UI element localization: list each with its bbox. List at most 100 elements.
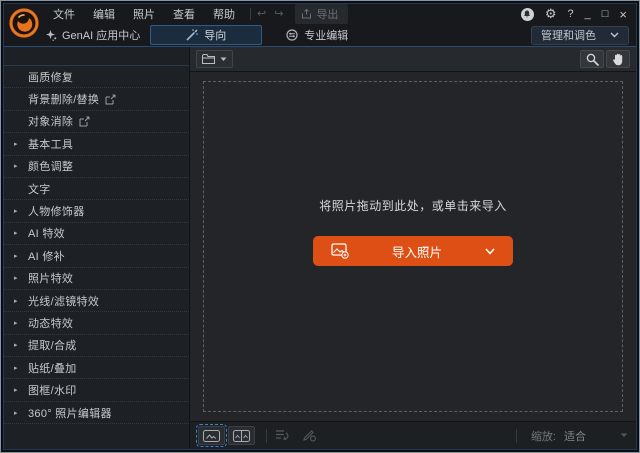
develop-icon [286, 29, 298, 41]
sidebar-item-ai-repair[interactable]: ▸ AI 修补 [4, 245, 189, 268]
sparkle-icon [46, 29, 57, 41]
expand-arrow-icon: ▸ [14, 387, 18, 395]
sidebar-item-frames-watermark[interactable]: ▸ 图框/水印 [4, 379, 189, 402]
menu-view[interactable]: 查看 [164, 4, 204, 24]
workspace-mode-dropdown[interactable]: 管理和调色 [531, 25, 629, 45]
wand-icon [186, 29, 199, 41]
sidebar-item-label: 画质修复 [28, 71, 74, 84]
sidebar-item-object-removal[interactable]: 对象消除 [4, 111, 189, 134]
sidebar-item-stickers-overlay[interactable]: ▸ 贴纸/叠加 [4, 357, 189, 380]
magnifier-icon [586, 53, 599, 66]
titlebar: 文件 编辑 照片 查看 帮助 ↩ ↪ 导出 ⚙ ? _ □ × GenAI 应用… [4, 4, 636, 46]
sidebar-item-label: 360° 照片编辑器 [28, 407, 112, 420]
undo-icon[interactable]: ↩ [257, 8, 266, 20]
split-view-icon [233, 429, 250, 442]
open-folder-button[interactable] [196, 50, 233, 68]
sidebar-item-extract-composite[interactable]: ▸ 提取/合成 [4, 335, 189, 358]
chevron-down-icon [610, 32, 619, 38]
photo-dropzone[interactable]: 将照片拖动到此处，或单击来导入 导入照片 [203, 81, 623, 412]
sidebar-item-quality-repair[interactable]: 画质修复 [4, 66, 189, 89]
export-button[interactable]: 导出 [295, 4, 349, 24]
sidebar-item-label: 背景删除/替换 [28, 94, 100, 107]
tab-guided-label: 导向 [204, 30, 227, 42]
expand-arrow-icon: ▸ [14, 163, 18, 171]
caret-down-icon [220, 57, 227, 61]
menu-bar: 文件 编辑 照片 查看 帮助 ↩ ↪ 导出 ⚙ ? _ □ × [44, 4, 636, 24]
sidebar-item-basic-tools[interactable]: ▸ 基本工具 [4, 133, 189, 156]
expand-arrow-icon: ▸ [14, 342, 18, 350]
expand-arrow-icon: ▸ [14, 319, 18, 327]
external-edit-badge-icon [79, 116, 90, 127]
canvas-area: 将照片拖动到此处，或单击来导入 导入照片 [190, 72, 636, 421]
import-dropdown-chevron-icon[interactable] [485, 248, 495, 255]
tab-guided[interactable]: 导向 [150, 25, 263, 45]
genai-hub-button[interactable]: GenAI 应用中心 [44, 27, 150, 43]
folder-icon [202, 54, 215, 64]
add-image-icon [331, 243, 349, 259]
split-view-button[interactable] [228, 426, 255, 445]
sidebar-item-light-filter-effects[interactable]: ▸ 光线/滤镜特效 [4, 290, 189, 313]
sidebar-item-label: 光线/滤镜特效 [28, 295, 100, 308]
window-controls: ⚙ ? _ □ × [520, 6, 636, 22]
settings-gear-icon[interactable]: ⚙ [545, 6, 557, 22]
import-photos-button[interactable]: 导入照片 [313, 236, 513, 266]
dropzone-hint-text: 将照片拖动到此处，或单击来导入 [319, 199, 507, 213]
expand-arrow-icon: ▸ [14, 275, 18, 283]
main-panel: 将照片拖动到此处，或单击来导入 导入照片 缩放: 适合 [190, 47, 636, 449]
sidebar-item-label: 对象消除 [28, 116, 74, 129]
sidebar-item-color-adjust[interactable]: ▸ 颜色调整 [4, 156, 189, 178]
redo-icon[interactable]: ↪ [274, 8, 283, 20]
app-window: 文件 编辑 照片 查看 帮助 ↩ ↪ 导出 ⚙ ? _ □ × GenAI 应用… [0, 0, 640, 453]
sidebar-item-label: 颜色调整 [28, 161, 74, 174]
expand-arrow-icon: ▸ [14, 140, 18, 148]
expand-arrow-icon: ▸ [14, 409, 18, 417]
history-icon[interactable] [275, 429, 290, 442]
expand-arrow-icon: ▸ [14, 297, 18, 305]
statusbar-divider [515, 428, 517, 443]
menu-photo[interactable]: 照片 [124, 4, 164, 24]
edit-pen-icon[interactable] [302, 429, 316, 442]
help-icon[interactable]: ? [568, 8, 574, 20]
sidebar-item-label: 提取/合成 [28, 340, 77, 353]
sidebar-item-label: 人物修饰器 [28, 206, 85, 219]
zoom-level-value: 适合 [564, 430, 586, 443]
menu-edit[interactable]: 编辑 [84, 4, 124, 24]
menu-help[interactable]: 帮助 [204, 4, 244, 24]
statusbar-divider [266, 428, 267, 443]
single-view-icon [203, 429, 220, 442]
hand-icon [613, 53, 623, 65]
sidebar-item-label: 图框/水印 [28, 385, 77, 398]
sidebar-item-ai-effects[interactable]: ▸ AI 特效 [4, 223, 189, 246]
menu-file[interactable]: 文件 [44, 4, 84, 24]
tab-professional-edit-label: 专业编辑 [304, 30, 349, 42]
expand-arrow-icon: ▸ [14, 364, 18, 372]
canvas-toolbar [190, 47, 636, 72]
app-content: 文件 编辑 照片 查看 帮助 ↩ ↪ 导出 ⚙ ? _ □ × GenAI 应用… [3, 3, 637, 450]
expand-arrow-icon: ▸ [14, 252, 18, 260]
zoom-tool-button[interactable] [580, 50, 604, 68]
sidebar-item-text[interactable]: 文字 [4, 178, 189, 201]
zoom-dropdown-chevron-icon[interactable] [620, 433, 628, 438]
sidebar-item-photo-effects[interactable]: ▸ 照片特效 [4, 268, 189, 290]
export-icon [302, 9, 312, 19]
sidebar-item-360-photo-editor[interactable]: ▸ 360° 照片编辑器 [4, 402, 189, 425]
pan-tool-button[interactable] [606, 50, 630, 68]
close-icon[interactable]: × [619, 8, 627, 21]
expand-arrow-icon: ▸ [14, 208, 18, 216]
app-logo-icon [9, 8, 39, 38]
maximize-icon[interactable]: □ [602, 8, 609, 20]
notification-icon[interactable] [520, 7, 534, 21]
sidebar-item-label: AI 修补 [28, 250, 65, 263]
tab-professional-edit[interactable]: 专业编辑 [276, 27, 358, 43]
sidebar-item-dynamic-effects[interactable]: ▸ 动态特效 [4, 312, 189, 335]
sidebar-item-portrait-retouch[interactable]: ▸ 人物修饰器 [4, 200, 189, 223]
expand-arrow-icon: ▸ [14, 230, 18, 238]
import-photos-label: 导入照片 [391, 245, 442, 260]
toolbar-divider [250, 8, 251, 20]
workspace-nav: GenAI 应用中心 导向 专业编辑 管理和调色 [44, 24, 636, 46]
sidebar-item-background-remove[interactable]: 背景删除/替换 [4, 88, 189, 111]
minimize-icon[interactable]: _ [585, 8, 591, 20]
sidebar-header [4, 47, 189, 66]
genai-hub-label: GenAI 应用中心 [62, 30, 141, 42]
single-view-button[interactable] [196, 424, 227, 447]
